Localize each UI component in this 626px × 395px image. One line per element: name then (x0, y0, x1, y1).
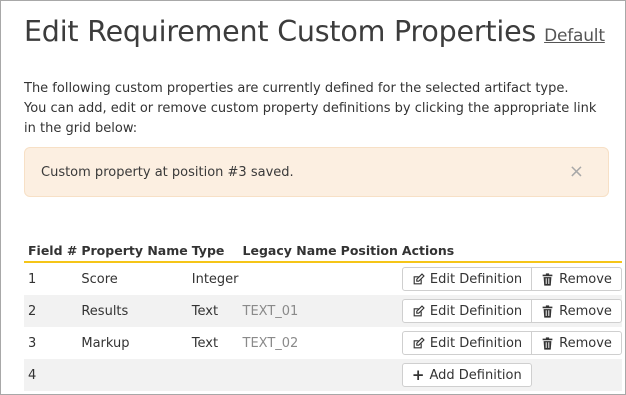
cell-field: 2 (24, 295, 78, 327)
remove-label: Remove (559, 271, 612, 287)
edit-definition-button[interactable]: Edit Definition (401, 331, 533, 355)
header-actions: Actions (397, 239, 622, 263)
header-type[interactable]: Type (187, 239, 239, 263)
cell-legacy-name (239, 262, 337, 295)
close-icon[interactable]: × (569, 162, 584, 182)
header-position[interactable]: Position (336, 239, 398, 263)
edit-definition-label: Edit Definition (429, 335, 523, 351)
remove-label: Remove (559, 303, 612, 319)
edit-icon (412, 272, 425, 286)
cell-legacy-name (238, 359, 337, 391)
header-property-name[interactable]: Property Name (77, 239, 188, 263)
remove-button[interactable]: Remove (531, 267, 622, 291)
description-line-2: You can add, edit or remove custom prope… (24, 101, 597, 136)
edit-icon (412, 336, 425, 350)
cell-legacy-name: TEXT_02 (242, 335, 299, 351)
cell-property-name: Score (81, 271, 118, 287)
trash-icon (541, 272, 554, 286)
description-line-1: The following custom properties are curr… (24, 81, 569, 96)
remove-button[interactable]: Remove (531, 299, 622, 323)
cell-type: Text (187, 295, 239, 327)
default-link[interactable]: Default (544, 26, 605, 46)
trash-icon (541, 336, 554, 350)
cell-type: Text (191, 335, 219, 351)
success-alert: Custom property at position #3 saved. × (24, 147, 609, 197)
cell-type (187, 359, 239, 391)
trash-icon (541, 304, 554, 318)
add-definition-button[interactable]: + Add Definition (401, 363, 532, 387)
cell-actions: + Add Definition (397, 359, 622, 391)
edit-definition-label: Edit Definition (429, 271, 523, 287)
cell-property-name (77, 359, 188, 391)
custom-properties-table: Field # Property Name Type Legacy Name P… (24, 239, 622, 391)
cell-type: Integer (191, 271, 239, 287)
alert-message: Custom property at position #3 saved. (41, 164, 294, 180)
cell-position (336, 359, 398, 391)
cell-position (336, 295, 398, 327)
table-row: 4 + Add Definition (24, 359, 622, 391)
cell-actions: Edit Definition Remove (398, 327, 622, 359)
cell-field: 1 (28, 271, 37, 287)
page-title: Edit Requirement Custom Properties Defaul… (24, 15, 605, 48)
table-row: 3 Markup Text TEXT_02 Edit Definition Re… (24, 327, 622, 359)
cell-legacy-name: TEXT_01 (238, 295, 337, 327)
edit-definition-button[interactable]: Edit Definition (401, 267, 533, 291)
table-row: 2 Results Text TEXT_01 Edit Definition R… (24, 295, 622, 327)
table-row: 1 Score Integer Edit Definition Remove (24, 262, 622, 295)
header-legacy-name[interactable]: Legacy Name (238, 239, 337, 263)
header-field[interactable]: Field # (24, 239, 78, 263)
add-definition-label: Add Definition (429, 367, 522, 383)
edit-icon (412, 304, 425, 318)
cell-field: 3 (28, 335, 37, 351)
cell-actions: Edit Definition Remove (397, 295, 622, 327)
plus-icon: + (411, 365, 425, 384)
page-frame: Edit Requirement Custom Properties Defaul… (0, 0, 626, 395)
cell-property-name: Results (77, 295, 188, 327)
table-header-row: Field # Property Name Type Legacy Name P… (24, 239, 622, 263)
remove-label: Remove (559, 335, 612, 351)
cell-actions: Edit Definition Remove (398, 262, 622, 295)
remove-button[interactable]: Remove (531, 331, 622, 355)
description: The following custom properties are curr… (24, 79, 609, 139)
edit-definition-button[interactable]: Edit Definition (401, 299, 533, 323)
cell-position (337, 327, 398, 359)
cell-property-name: Markup (81, 335, 130, 351)
edit-definition-label: Edit Definition (429, 303, 523, 319)
page-title-text: Edit Requirement Custom Properties (24, 15, 537, 48)
cell-field: 4 (24, 359, 78, 391)
cell-position (337, 262, 398, 295)
